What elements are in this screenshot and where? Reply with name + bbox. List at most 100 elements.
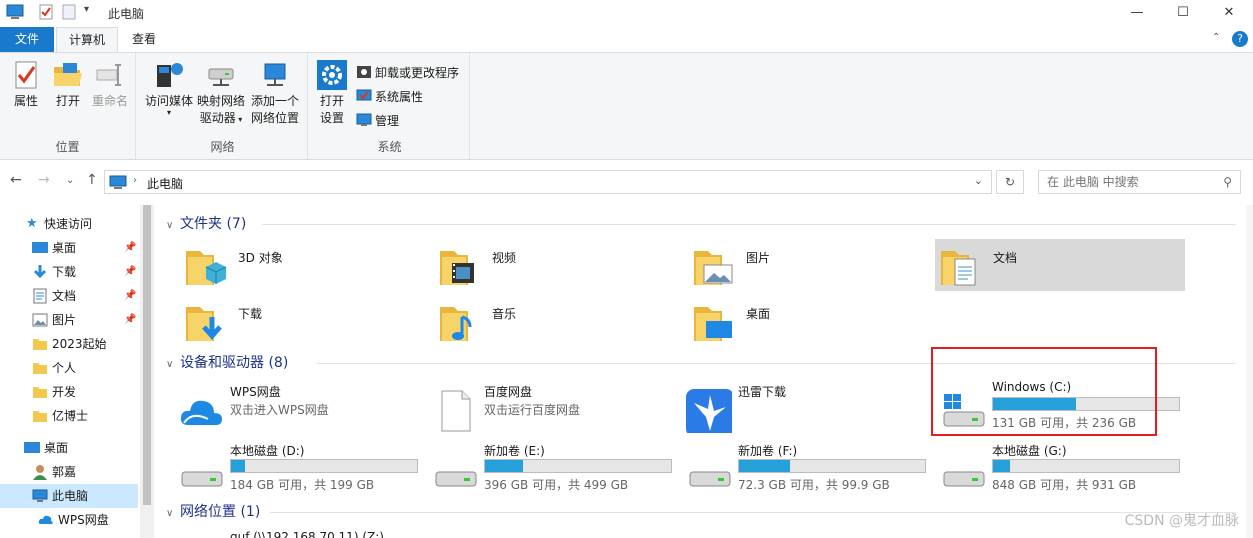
sidebar-item-wps-drive[interactable]: WPS网盘 [0,508,138,532]
pin-icon[interactable]: 📌 [124,284,136,308]
drive-baidu[interactable]: 百度网盘 双击运行百度网盘 [428,383,680,437]
search-icon[interactable]: ⚲ [1223,175,1232,189]
collapse-chevron-icon[interactable]: ∨ [166,354,178,376]
dropdown-arrow-icon: ▾ [166,108,171,117]
sidebar-item-folder-dev[interactable]: 开发 [0,380,138,404]
music-folder-icon [440,307,472,341]
computer-icon [32,489,48,502]
refresh-button[interactable]: ↻ [996,170,1024,194]
folder-pictures[interactable]: 图片 [688,239,938,291]
address-bar[interactable]: › 此电脑 ⌄ [104,170,992,194]
minimize-button[interactable]: — [1114,2,1160,24]
pin-icon[interactable]: 📌 [124,260,136,284]
sidebar-item-desktop-root[interactable]: 桌面 [0,436,138,460]
sidebar-item-quick-access[interactable]: ★ 快速访问 [0,212,138,236]
properties-button[interactable]: 属性 [8,59,44,110]
back-button[interactable]: ← [10,172,22,188]
drive-f[interactable]: 新加卷 (F:) 72.3 GB 可用，共 99.9 GB [682,442,934,496]
rename-button[interactable]: 重命名 [90,59,130,110]
maximize-button[interactable]: ☐ [1160,2,1206,24]
collapse-chevron-icon[interactable]: ∨ [166,503,178,525]
dropdown-arrow-icon: ▾ [235,115,243,124]
drive-xunlei[interactable]: 迅雷下载 [682,383,934,437]
folder-music[interactable]: 音乐 [434,295,684,347]
folder-desktop[interactable]: 桌面 [688,295,938,347]
sidebar-scrollbar[interactable] [140,205,154,538]
section-divider [270,512,1236,513]
ribbon-group-network: 访问媒体 ▾ 映射网络 驱动器 ▾ 添加一个 网络位置 网络 [138,53,308,159]
collapse-ribbon-icon[interactable]: ⌃ [1212,32,1220,43]
map-network-drive-button[interactable]: 映射网络 驱动器 ▾ [196,59,246,128]
customize-quick-access-icon[interactable]: ▾ [84,4,89,15]
sidebar-item-downloads[interactable]: 下载 📌 [0,260,138,284]
tab-view[interactable]: 查看 [120,27,168,52]
manage-button[interactable]: 管理 [356,111,399,131]
sidebar-scroll-thumb[interactable] [143,205,151,505]
drive-usage-fill [231,460,245,472]
tab-computer[interactable]: 计算机 [56,27,118,52]
drive-g[interactable]: 本地磁盘 (G:) 848 GB 可用，共 931 GB [936,442,1188,496]
downloads-folder-icon [186,307,222,341]
pin-icon[interactable]: 📌 [124,308,136,332]
properties-quick-icon[interactable] [38,4,54,20]
folder-3d-objects[interactable]: 3D 对象 [180,239,430,291]
address-history-chevron-icon[interactable]: ⌄ [974,174,983,187]
cloud-icon [180,400,222,425]
breadcrumb[interactable]: 此电脑 [147,175,183,192]
gear-icon [317,60,347,90]
close-button[interactable]: ✕ [1206,2,1252,24]
hard-drive-icon [435,471,477,487]
collapse-chevron-icon[interactable]: ∨ [166,215,178,237]
search-input[interactable] [1047,171,1217,193]
window-title: 此电脑 [108,7,145,21]
drive-usage-bar [230,459,418,473]
open-settings-button[interactable]: 打开 设置 [314,59,350,127]
sidebar-item-documents[interactable]: 文档 📌 [0,284,138,308]
picture-icon [32,313,48,327]
sidebar-item-desktop[interactable]: 桌面 📌 [0,236,138,260]
search-box[interactable]: ⚲ [1038,170,1241,194]
open-button[interactable]: 打开 [50,59,86,110]
drive-usage-bar [992,459,1180,473]
breadcrumb-separator-icon[interactable]: › [133,175,137,186]
recent-locations-button[interactable]: ⌄ [66,175,74,186]
sidebar-item-folder-2023[interactable]: 2023起始 [0,332,138,356]
drive-wps[interactable]: WPS网盘 双击进入WPS网盘 [174,383,426,437]
network-location-item[interactable]: guf (\\192.168.70.11) (Z:) [230,529,384,538]
content-scrollbar[interactable] [1246,205,1253,538]
pin-icon[interactable]: 📌 [124,236,136,260]
access-media-button[interactable]: 访问媒体 ▾ [144,59,194,117]
file-icon [441,390,471,432]
tab-file[interactable]: 文件 [0,27,54,52]
up-button[interactable]: ↑ [86,172,98,188]
folder-downloads[interactable]: 下载 [180,295,430,347]
folder-open-icon [54,63,82,86]
group-label-system: 系统 [377,140,402,154]
documents-folder-icon [941,251,976,286]
section-header-folders[interactable]: ∨ 文件夹 (7) [166,213,1236,235]
hard-drive-icon [689,471,731,487]
uninstall-program-button[interactable]: 卸载或更改程序 [356,63,459,83]
sidebar-item-user[interactable]: 郭嘉 [0,460,138,484]
system-properties-icon [356,89,372,101]
properties-icon [15,61,37,89]
system-properties-button[interactable]: 系统属性 [356,87,423,107]
3d-objects-folder-icon [186,251,227,285]
sidebar-item-folder-personal[interactable]: 个人 [0,356,138,380]
add-network-location-button[interactable]: 添加一个 网络位置 [248,59,302,127]
uninstall-icon [357,66,371,78]
sidebar-item-folder-ybs[interactable]: 亿博士 [0,404,138,428]
drive-d[interactable]: 本地磁盘 (D:) 184 GB 可用，共 199 GB [174,442,426,496]
help-icon[interactable]: ? [1232,31,1248,47]
forward-button[interactable]: → [38,172,50,188]
network-location-icon [264,63,286,86]
drive-usage-fill [485,460,524,472]
drive-e[interactable]: 新加卷 (E:) 396 GB 可用，共 499 GB [428,442,680,496]
section-header-network[interactable]: ∨ 网络位置 (1) [166,501,1236,523]
folder-videos[interactable]: 视频 [434,239,684,291]
folder-documents[interactable]: 文档 [935,239,1185,291]
sidebar-item-pictures[interactable]: 图片 📌 [0,308,138,332]
media-icon [157,63,183,87]
new-folder-quick-icon[interactable] [62,4,76,20]
sidebar-item-this-pc[interactable]: 此电脑 [0,484,138,508]
